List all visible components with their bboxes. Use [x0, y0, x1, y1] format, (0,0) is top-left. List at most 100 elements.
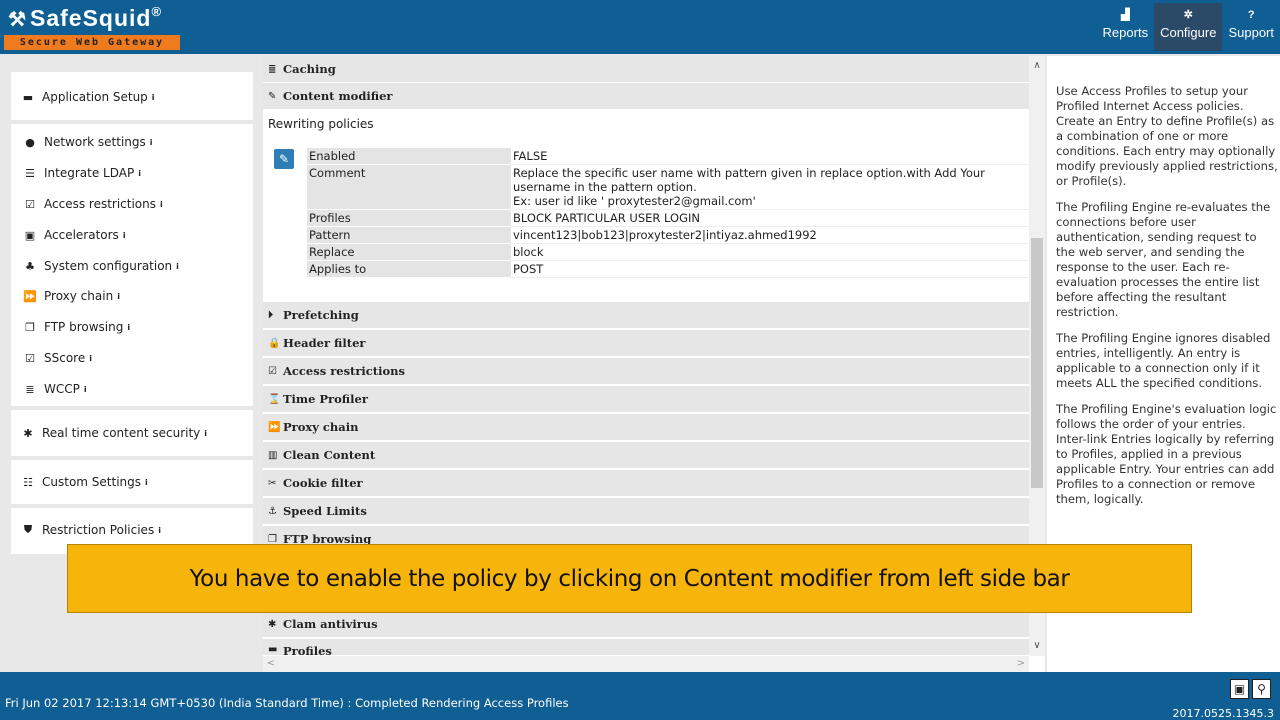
chart-icon: ▟ — [1121, 9, 1130, 21]
section-caching[interactable]: ≣ Caching — [263, 56, 1029, 83]
sidebar-item-system-configuration[interactable]: ♣ System configuration i — [11, 251, 253, 281]
briefcase-icon: ▬ — [22, 90, 34, 104]
logo-tagline: Secure Web Gateway — [4, 35, 180, 50]
section-prefetching[interactable]: ⏵ Prefetching — [263, 302, 1029, 329]
info-icon: i — [145, 477, 148, 487]
top-nav: ▟ Reports ✲ Configure ? Support — [1097, 3, 1280, 51]
search-button[interactable]: ⚲ — [1252, 679, 1271, 699]
scroll-right-icon[interactable]: > — [1013, 656, 1029, 672]
section-clam-antivirus[interactable]: ✱ Clam antivirus — [263, 611, 1029, 638]
sidebar-item-real-time-content-security[interactable]: ✱ Real time content security i — [11, 418, 253, 448]
safesquid-logo[interactable]: ⚒ SafeSquid® Secure Web Gateway — [4, 4, 180, 50]
lock-icon: 🔒 — [268, 337, 281, 349]
sidebar-item-ftp-browsing[interactable]: ❐ FTP browsing i — [11, 312, 253, 342]
info-icon: i — [83, 384, 87, 394]
nav-configure[interactable]: ✲ Configure — [1154, 3, 1223, 51]
table-row: Profiles BLOCK PARTICULAR USER LOGIN — [307, 209, 1029, 227]
sidebar: ▬ Application Setup i ● Network settings i ☰… — [11, 72, 253, 554]
app-header: ⚒ SafeSquid® Secure Web Gateway ▟ Reports… — [0, 0, 1280, 54]
sidebar-item-access-restrictions[interactable]: ☑ Access restrictions i — [11, 189, 253, 219]
anchor-icon: ⚓ — [268, 505, 277, 517]
server-icon: ≣ — [25, 382, 35, 396]
info-icon: i — [204, 428, 208, 438]
sidebar-group-realtime: ✱ Real time content security i — [11, 410, 253, 456]
table-row: Comment Replace the specific user name w… — [307, 164, 1029, 210]
info-icon: i — [89, 353, 92, 363]
status-text: Fri Jun 02 2017 12:13:14 GMT+0530 (India… — [5, 696, 569, 710]
help-paragraph: The Profiling Engine re-evaluates the co… — [1056, 200, 1271, 319]
scrollbar-thumb[interactable] — [1031, 238, 1043, 488]
globe-icon: ● — [25, 135, 35, 149]
sidebar-item-custom-settings[interactable]: ☷ Custom Settings i — [11, 467, 253, 497]
table-row: Enabled FALSE — [307, 148, 1029, 165]
policy-entry-table: Enabled FALSE Comment Replace the specif… — [307, 148, 1029, 278]
scroll-down-icon[interactable]: ∨ — [1029, 638, 1045, 654]
asterisk-icon: ✱ — [268, 618, 277, 630]
version-label: 2017.0525.1345.3 — [1172, 707, 1274, 720]
comment-line-2: Ex: user id like ' proxytester2@gmail.co… — [513, 194, 756, 208]
save-icon: ▣ — [1233, 682, 1246, 696]
edit-icon: ✎ — [278, 152, 290, 166]
horizontal-scrollbar[interactable]: < > — [263, 656, 1029, 672]
shield-icon: ⛊ — [23, 523, 33, 536]
info-icon: i — [117, 291, 120, 301]
tools-icon: ⚒ — [8, 9, 27, 31]
scissors-icon: ✂ — [268, 477, 277, 489]
sidebar-group-app: ▬ Application Setup i — [11, 72, 253, 120]
sidebar-group-custom: ☷ Custom Settings i — [11, 460, 253, 504]
comment-line-1: Replace the specific user name with patt… — [513, 166, 985, 194]
section-access-restrictions[interactable]: ☑ Access restrictions — [263, 358, 1029, 385]
sidebar-group-settings: ● Network settings i ☰ Integrate LDAP i ☑ Acc… — [11, 124, 253, 406]
forward-icon: ⏩ — [23, 289, 37, 303]
help-paragraph: Use Access Profiles to setup your Profil… — [1056, 84, 1278, 188]
instruction-banner: You have to enable the policy by clickin… — [67, 544, 1192, 613]
train-icon: ▣ — [24, 228, 36, 242]
sidebar-item-sscore[interactable]: ☑ SScore i — [11, 343, 253, 373]
sidebar-item-proxy-chain[interactable]: ⏩ Proxy chain i — [11, 281, 253, 311]
copy-icon: ❐ — [268, 533, 277, 545]
section-header-filter[interactable]: 🔒 Header filter — [263, 330, 1029, 357]
forward-icon: ⏩ — [268, 421, 281, 433]
server-icon: ≣ — [268, 63, 277, 75]
question-icon: ? — [1247, 9, 1255, 21]
info-icon: i — [127, 322, 131, 332]
info-icon: i — [176, 261, 179, 271]
list-icon: ☰ — [25, 166, 35, 180]
info-icon: i — [158, 525, 161, 535]
section-proxy-chain[interactable]: ⏩ Proxy chain — [263, 414, 1029, 441]
check-square-icon: ☑ — [268, 365, 277, 377]
logo-title: ⚒ SafeSquid® — [8, 4, 163, 31]
sitemap-icon: ♣ — [25, 259, 35, 273]
check-square-icon: ☑ — [25, 351, 35, 365]
status-bar: Fri Jun 02 2017 12:13:14 GMT+0530 (India… — [0, 672, 1280, 720]
sidebar-item-restriction-policies[interactable]: ⛊ Restriction Policies i — [11, 515, 253, 545]
copy-icon: ❐ — [25, 320, 35, 334]
nav-support[interactable]: ? Support — [1222, 3, 1280, 51]
nav-reports[interactable]: ▟ Reports — [1097, 3, 1155, 51]
info-icon: i — [122, 230, 126, 240]
table-row: Pattern vincent123|bob123|proxytester2|i… — [307, 226, 1029, 244]
save-button[interactable]: ▣ — [1230, 679, 1249, 699]
sidebar-item-wccp[interactable]: ≣ WCCP i — [11, 374, 253, 404]
info-icon: i — [160, 199, 163, 209]
scroll-left-icon[interactable]: < — [263, 656, 279, 672]
sidebar-item-network-settings[interactable]: ● Network settings i — [11, 127, 253, 157]
edit-entry-button[interactable]: ✎ — [274, 149, 294, 169]
sidebar-item-integrate-ldap[interactable]: ☰ Integrate LDAP i — [11, 158, 253, 188]
section-speed-limits[interactable]: ⚓ Speed Limits — [263, 498, 1029, 525]
info-icon: i — [138, 168, 141, 178]
sidebar-item-accelerators[interactable]: ▣ Accelerators i — [11, 220, 253, 250]
section-content-modifier[interactable]: ✎ Content modifier — [263, 83, 1029, 110]
rewriting-policies-title: Rewriting policies — [268, 117, 374, 131]
scroll-up-icon[interactable]: ∧ — [1029, 58, 1045, 74]
section-clean-content[interactable]: ▥ Clean Content — [263, 442, 1029, 469]
info-icon: i — [149, 137, 153, 147]
section-time-profiler[interactable]: ⌛ Time Profiler — [263, 386, 1029, 413]
section-profiles[interactable]: ▬ Profiles — [263, 639, 1029, 656]
search-icon: ⚲ — [1257, 682, 1266, 696]
hourglass-icon: ⌛ — [268, 393, 281, 405]
sliders-icon: ☷ — [23, 475, 33, 489]
cogs-icon: ✲ — [1183, 9, 1193, 21]
sidebar-item-application-setup[interactable]: ▬ Application Setup i — [11, 82, 253, 112]
section-cookie-filter[interactable]: ✂ Cookie filter — [263, 470, 1029, 497]
